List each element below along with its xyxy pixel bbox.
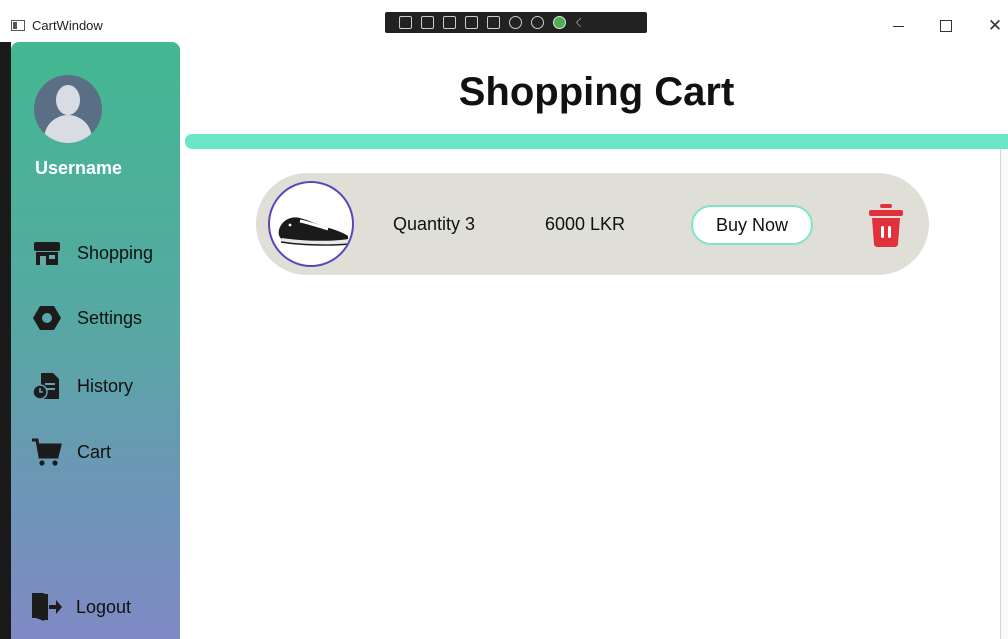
store-icon [34, 242, 60, 265]
settings-hex-icon [33, 306, 61, 330]
logout-icon [32, 593, 62, 621]
sidebar-item-label: History [77, 375, 134, 396]
sidebar-item-shopping[interactable]: Shopping [31, 235, 153, 271]
sidebar-item-settings[interactable]: Settings [31, 300, 142, 336]
window-title: CartWindow [32, 18, 103, 33]
buy-now-button[interactable]: Buy Now [691, 205, 813, 245]
select-element-icon[interactable] [443, 16, 456, 29]
sidebar-item-cart[interactable]: Cart [31, 434, 111, 470]
live-tree-icon[interactable] [399, 16, 412, 29]
logout-label: Logout [76, 596, 132, 617]
sneaker-image [278, 217, 349, 246]
minimize-button[interactable] [883, 14, 913, 38]
trash-icon [869, 204, 903, 247]
avatar-head [56, 85, 80, 115]
price-text: 6000 LKR [545, 214, 626, 234]
accessibility-icon[interactable] [531, 16, 544, 29]
product-thumbnail [268, 181, 354, 267]
maximize-button[interactable] [931, 14, 961, 38]
close-button[interactable]: ✕ [980, 14, 1008, 38]
avatar [34, 75, 102, 143]
app-window-icon [11, 20, 25, 31]
content-scroll-edge [1000, 149, 1008, 639]
title-divider [185, 134, 1008, 149]
sidebar-item-history[interactable]: History [31, 368, 133, 404]
binding-ok-icon[interactable] [553, 16, 566, 29]
sidebar: Username Shopping Settings History Cart … [11, 42, 180, 639]
page-title: Shopping Cart [458, 70, 735, 114]
debug-toolbar [385, 12, 647, 33]
sidebar-item-label: Shopping [77, 242, 154, 263]
record-icon[interactable] [421, 16, 434, 29]
cart-item: Quantity 3 6000 LKR Buy Now [256, 173, 929, 275]
window-left-edge [0, 42, 11, 639]
sidebar-item-label: Cart [77, 441, 112, 462]
cart-icon [32, 438, 62, 466]
collapse-chevron-icon[interactable] [575, 17, 586, 28]
history-document-icon [32, 373, 59, 400]
username-label: Username [35, 158, 123, 178]
display-layout-icon[interactable] [465, 16, 478, 29]
delete-item-button[interactable] [866, 202, 906, 248]
avatar-body [44, 115, 92, 143]
window-titlebar: CartWindow ✕ [0, 0, 1008, 42]
sidebar-item-label: Settings [77, 307, 143, 328]
logout-button[interactable]: Logout [30, 589, 131, 625]
hot-reload-icon[interactable] [509, 16, 522, 29]
quantity-text: Quantity 3 [393, 214, 476, 234]
track-focus-icon[interactable] [487, 16, 500, 29]
